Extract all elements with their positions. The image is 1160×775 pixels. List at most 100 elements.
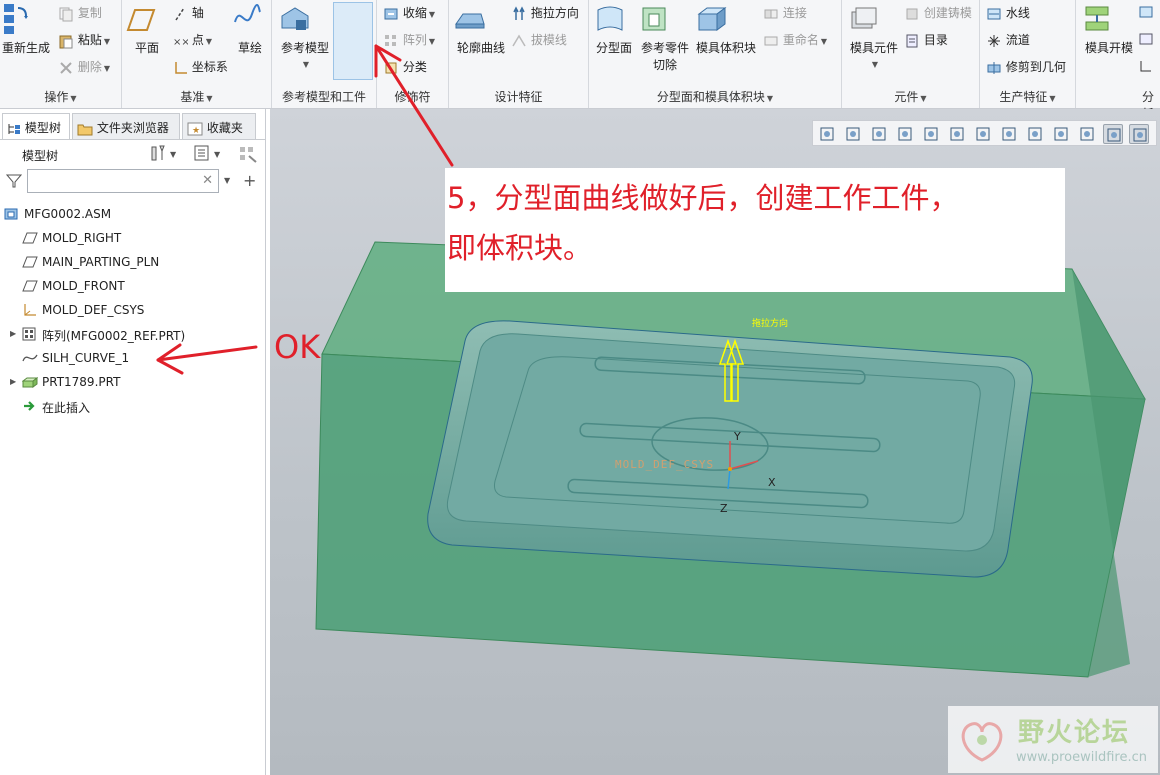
create-casting-label: 创建铸模 (923, 6, 972, 20)
mold-open-button[interactable]: 模具开模 (1080, 2, 1138, 56)
repaint-icon[interactable] (895, 124, 915, 144)
csys-button[interactable]: 坐标系 (172, 58, 228, 76)
annotation-display-icon[interactable] (1129, 124, 1149, 144)
draw-direction-icon (511, 5, 527, 22)
connect-button[interactable]: 连接 (763, 4, 807, 22)
view-orient-icon[interactable] (921, 124, 941, 144)
catalog-button[interactable]: 目录 (904, 31, 948, 49)
datum-axis-display-icon[interactable] (1025, 124, 1045, 144)
z-axis-label: Z (720, 502, 728, 515)
csys-display-icon[interactable] (1077, 124, 1097, 144)
silhouette-curve-icon (453, 2, 509, 36)
tree-settings-button[interactable]: ▼ (148, 143, 176, 163)
runner-label: 流道 (1005, 33, 1030, 47)
group-component-label[interactable]: 元件 ▼ (842, 88, 979, 105)
group-design: 轮廓曲线 拖拉方向 拔模线 设计特征 (449, 0, 589, 108)
draft-line-button[interactable]: 拔模线 (511, 31, 567, 49)
tree-item[interactable]: MAIN_PARTING_PLN (0, 251, 266, 275)
mold-component-icon (846, 2, 902, 36)
draw-direction-button[interactable]: 拖拉方向 (511, 4, 579, 22)
ref-model-button[interactable]: 参考模型 ▼ (278, 2, 332, 70)
tree-item[interactable]: SILH_CURVE_1 (0, 347, 266, 371)
display-style-icon[interactable] (973, 124, 993, 144)
tree-item[interactable]: 在此插入 (0, 395, 266, 419)
tab-model-tree[interactable]: 模型树 (2, 113, 70, 139)
classify-button[interactable]: 分类 (383, 58, 427, 76)
parting-surface-button[interactable]: 分型面 (593, 2, 635, 56)
copy-button[interactable]: 复制 (58, 4, 102, 22)
group-ref-model-label: 参考模型和工件 (281, 90, 366, 104)
mold-component-label: 模具元件 (849, 41, 898, 55)
paste-label: 粘贴 (77, 33, 102, 47)
waterline-button[interactable]: 水线 (986, 4, 1030, 22)
tree-filter-settings-button[interactable] (238, 145, 258, 163)
mold-open-label: 模具开模 (1084, 41, 1133, 55)
saved-views-icon[interactable] (947, 124, 967, 144)
connect-label: 连接 (782, 6, 807, 20)
tree-item[interactable]: MOLD_RIGHT (0, 227, 266, 251)
filter-icon[interactable] (5, 173, 23, 192)
pattern-button[interactable]: 阵列 ▼ (383, 31, 435, 49)
group-parting: 分型面 参考零件 切除 模具体积块 连接 重命名 ▼ 分型面和模具体积块 ▼ (589, 0, 842, 108)
mold-volume-button[interactable]: 模具体积块 (695, 2, 757, 56)
tab-favorites[interactable]: ★ 收藏夹 (182, 113, 256, 139)
group-operations-label[interactable]: 操作 ▼ (0, 88, 121, 105)
search-input[interactable] (32, 171, 202, 191)
zoom-out-icon[interactable] (869, 124, 889, 144)
clear-search-icon[interactable]: ✕ (202, 173, 213, 188)
datum-plane-icon (22, 231, 38, 248)
plane-button[interactable]: 平面 (126, 2, 168, 56)
pattern-icon (383, 33, 399, 49)
group-modifiers-label: 修饰符 (394, 90, 431, 104)
draft-line-label: 拔模线 (530, 33, 567, 47)
datum-point-display-icon[interactable] (1051, 124, 1071, 144)
copy-icon (58, 6, 74, 22)
search-dropdown-icon[interactable]: ▼ (224, 176, 230, 185)
runner-button[interactable]: 流道 (986, 31, 1030, 49)
regenerate-button[interactable]: 重新生成 (0, 2, 52, 56)
tree-header: 模型树 (22, 149, 59, 163)
tree-item[interactable]: ▶ 阵列(MFG0002_REF.PRT) (0, 323, 266, 347)
expand-icon[interactable]: ▶ (10, 377, 16, 386)
tree-show-button[interactable]: ▼ (192, 143, 220, 163)
group-production-label[interactable]: 生产特征 ▼ (980, 88, 1075, 105)
axis-button[interactable]: 轴 (172, 4, 204, 22)
plane-icon (126, 2, 168, 36)
create-casting-icon (904, 6, 920, 22)
group-datum-label[interactable]: 基准 ▼ (122, 88, 271, 105)
sketch-button[interactable]: 草绘 (232, 2, 268, 56)
add-filter-icon[interactable]: + (243, 171, 256, 190)
group-parting-label[interactable]: 分型面和模具体积块 ▼ (589, 88, 841, 105)
assembly-icon (4, 207, 18, 224)
rename-button[interactable]: 重命名 ▼ (763, 31, 827, 49)
spin-center-icon[interactable] (1103, 124, 1123, 144)
axis-icon (172, 6, 188, 22)
mold-component-button[interactable]: 模具元件 ▼ (846, 2, 902, 70)
create-casting-button[interactable]: 创建铸模 (904, 4, 972, 22)
csys-icon (22, 303, 38, 320)
paste-button[interactable]: 粘贴 ▼ (58, 31, 110, 49)
tree-item[interactable]: MOLD_DEF_CSYS (0, 299, 266, 323)
expand-icon[interactable]: ▶ (10, 329, 16, 338)
shrink-icon (383, 6, 399, 22)
silhouette-curve-button[interactable]: 轮廓曲线 (453, 2, 509, 56)
ref-part-cutout-icon (637, 2, 693, 36)
analysis-tool-1-button[interactable] (1138, 4, 1154, 20)
tree-item[interactable]: MFG0002.ASM (0, 203, 266, 227)
ref-part-cutout-button[interactable]: 参考零件 切除 (637, 2, 693, 73)
point-button[interactable]: ×× 点 ▼ (172, 31, 212, 49)
zoom-fit-icon[interactable] (817, 124, 837, 144)
zoom-in-icon[interactable] (843, 124, 863, 144)
tab-folder-browser[interactable]: 文件夹浏览器 (72, 113, 180, 139)
tree-item[interactable]: ▶ PRT1789.PRT (0, 371, 266, 395)
datum-plane-icon (22, 255, 38, 272)
tree-item[interactable]: MOLD_FRONT (0, 275, 266, 299)
trim-to-geometry-button[interactable]: 修剪到几何 (986, 58, 1066, 76)
analysis-tool-3-button[interactable] (1138, 58, 1154, 74)
analysis-tool-2-button[interactable] (1138, 31, 1154, 47)
pull-direction-label: 拖拉方向 (752, 319, 789, 329)
tree-item-label: MAIN_PARTING_PLN (42, 255, 160, 269)
datum-plane-display-icon[interactable] (999, 124, 1019, 144)
delete-button[interactable]: 删除 ▼ (58, 58, 110, 76)
shrink-button[interactable]: 收缩 ▼ (383, 4, 435, 22)
